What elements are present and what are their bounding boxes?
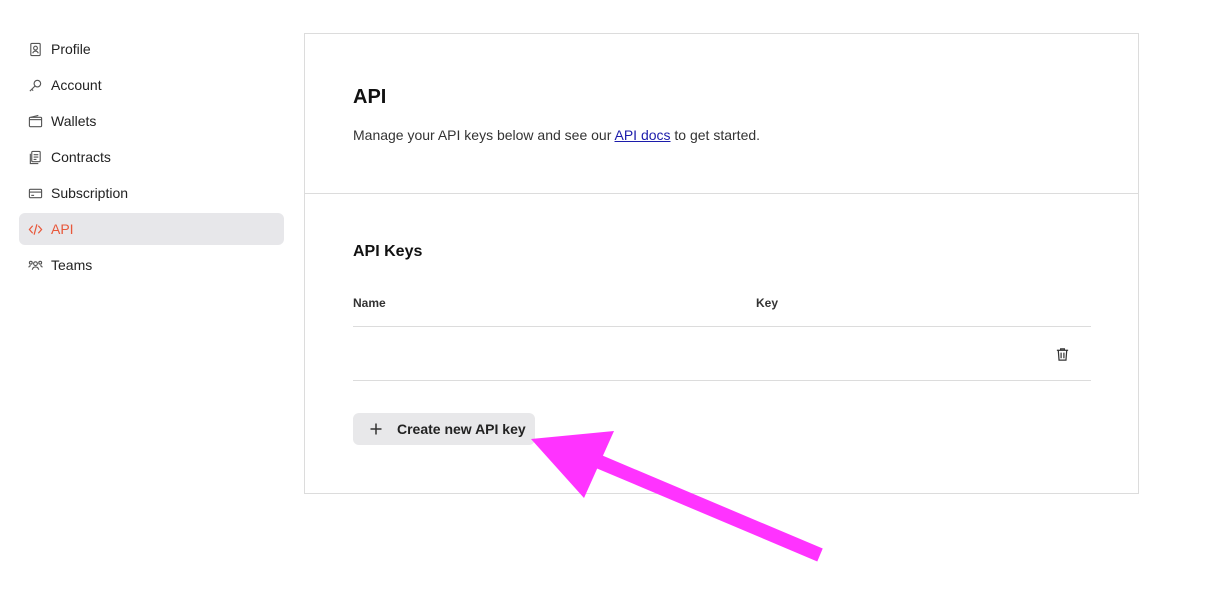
sidebar-item-api[interactable]: API [19, 213, 284, 245]
page-title: API [353, 86, 387, 108]
api-header-section: API Manage your API keys below and see o… [305, 34, 1138, 194]
table-divider [353, 326, 1091, 327]
card-icon [27, 185, 43, 201]
description-prefix: Manage your API keys below and see our [353, 127, 615, 143]
sidebar-item-contracts[interactable]: Contracts [19, 141, 284, 173]
page-description: Manage your API keys below and see our A… [353, 127, 760, 143]
delete-api-key-button[interactable] [1053, 345, 1071, 363]
sidebar-item-label: Account [51, 77, 102, 93]
create-api-key-label: Create new API key [397, 421, 526, 437]
sidebar-item-subscription[interactable]: Subscription [19, 177, 284, 209]
wallet-icon [27, 113, 43, 129]
create-api-key-button[interactable]: Create new API key [353, 413, 535, 445]
sidebar-item-wallets[interactable]: Wallets [19, 105, 284, 137]
sidebar-item-label: API [51, 221, 74, 237]
api-keys-title: API Keys [353, 243, 423, 260]
contracts-icon [27, 149, 43, 165]
table-divider [353, 380, 1091, 381]
sidebar-item-label: Wallets [51, 113, 97, 129]
sidebar-item-account[interactable]: Account [19, 69, 284, 101]
trash-icon [1056, 347, 1068, 361]
sidebar-item-profile[interactable]: Profile [19, 33, 284, 65]
settings-sidebar: Profile Account Wallets Contracts Subscr… [19, 33, 284, 285]
code-icon [27, 221, 43, 237]
key-icon [27, 77, 43, 93]
teams-icon [27, 257, 43, 273]
sidebar-item-label: Subscription [51, 185, 129, 201]
sidebar-item-label: Teams [51, 257, 93, 273]
description-suffix: to get started. [670, 127, 761, 143]
sidebar-item-label: Profile [51, 41, 91, 57]
api-settings-card: API Manage your API keys below and see o… [304, 33, 1139, 494]
column-header-key: Key [756, 296, 779, 310]
sidebar-item-teams[interactable]: Teams [19, 249, 284, 281]
sidebar-item-label: Contracts [51, 149, 111, 165]
column-header-name: Name [353, 296, 386, 310]
profile-icon [27, 41, 43, 57]
api-docs-link[interactable]: API docs [615, 127, 671, 143]
plus-icon [369, 422, 383, 436]
